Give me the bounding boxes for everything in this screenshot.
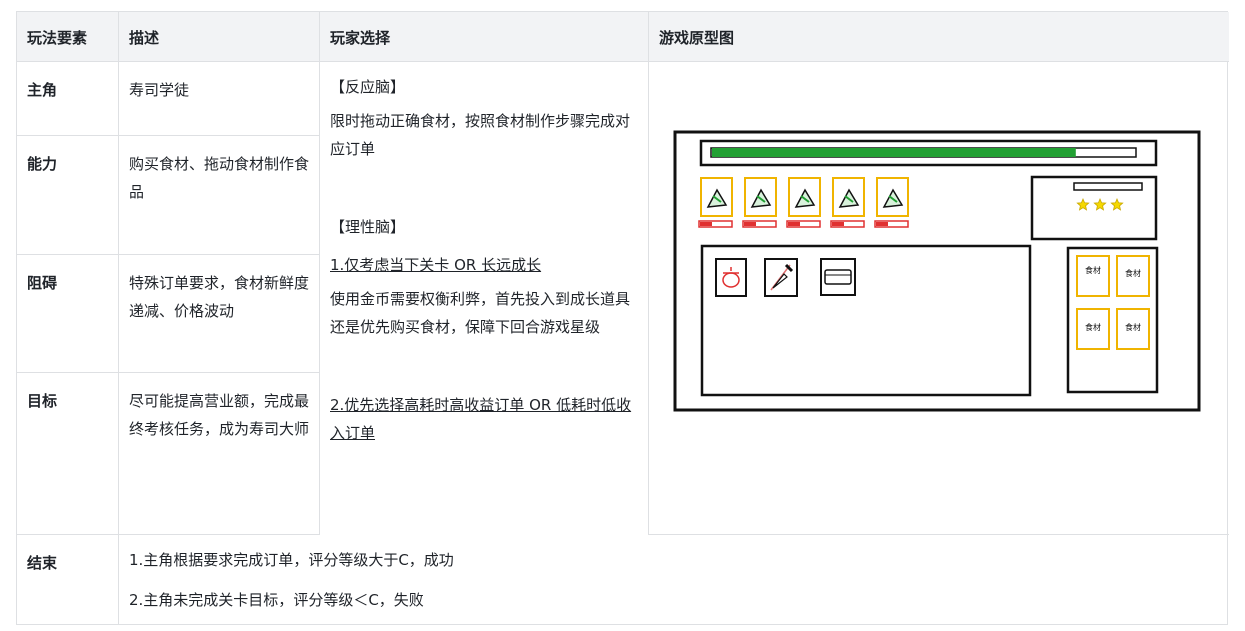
ingredient-panel	[1066, 246, 1159, 394]
reaction-text: 限时拖动正确食材，按照食材制作步骤完成对应订单	[330, 112, 631, 158]
player-choices-cell: 【反应脑】 限时拖动正确食材，按照食材制作步骤完成对应订单 【理性脑】 1.仅考…	[320, 62, 649, 535]
row-desc-protagonist: 寿司学徒	[119, 62, 320, 136]
rational-title: 【理性脑】	[330, 218, 406, 236]
row-label-end: 结束	[17, 535, 119, 625]
game-screen-frame	[673, 130, 1201, 412]
freshness-fill	[832, 222, 844, 226]
freshness-fill	[788, 222, 800, 226]
row-label-obstacle: 阻碍	[17, 255, 119, 373]
rational-point-2: 2.优先选择高耗时高收益订单 OR 低耗时低收入订单	[330, 396, 632, 442]
row-label-goal: 目标	[17, 373, 119, 535]
freshness-fill	[876, 222, 888, 226]
work-area	[700, 244, 1032, 397]
row-desc-ability: 购买食材、拖动食材制作食品	[119, 136, 320, 255]
ingredient-slot-label: 食材	[1125, 268, 1141, 278]
rational-point-1: 1.仅考虑当下关卡 OR 长远成长	[330, 256, 542, 274]
order-cards	[698, 177, 909, 228]
star-icon	[1076, 197, 1090, 211]
ingredient-slot	[1076, 255, 1110, 297]
prototype-sketch: 食材 食材 食材 食材	[673, 130, 1201, 412]
row-label-ability: 能力	[17, 136, 119, 255]
freshness-fill	[700, 222, 712, 226]
star-icon	[1110, 197, 1124, 211]
rating-stars	[1076, 197, 1124, 211]
progress-fill	[712, 148, 1076, 157]
end-line-2: 2.主角未完成关卡目标，评分等级＜C，失败	[129, 591, 424, 609]
game-design-table: 玩法要素 描述 玩家选择 游戏原型图 主角 寿司学徒 能力 购买食材、拖动食材制…	[16, 11, 1229, 625]
header-player-choice: 玩家选择	[320, 12, 649, 62]
rational-point-1-text: 使用金币需要权衡利弊，首先投入到成长道具还是优先购买食材，保障下回合游戏星级	[330, 290, 631, 336]
bowl-icon	[824, 269, 852, 285]
header-description: 描述	[119, 12, 320, 62]
prototype-cell: 食材 食材 食材 食材	[649, 62, 1229, 535]
tool-slot-pot	[715, 258, 747, 297]
header-element: 玩法要素	[17, 12, 119, 62]
ingredient-slot-label: 食材	[1085, 265, 1101, 275]
row-label-protagonist: 主角	[17, 62, 119, 136]
row-desc-end: 1.主角根据要求完成订单，评分等级大于C，成功 2.主角未完成关卡目标，评分等级…	[119, 535, 1229, 625]
rating-panel	[1030, 175, 1158, 241]
row-desc-obstacle: 特殊订单要求，食材新鲜度递减、价格波动	[119, 255, 320, 373]
row-desc-goal: 尽可能提高营业额，完成最终考核任务，成为寿司大师	[119, 373, 320, 535]
pot-icon	[722, 267, 740, 288]
end-line-1: 1.主角根据要求完成订单，评分等级大于C，成功	[129, 551, 454, 569]
ingredient-slot-label: 食材	[1125, 322, 1141, 332]
reaction-title: 【反应脑】	[330, 78, 406, 96]
freshness-fill	[744, 222, 756, 226]
header-prototype: 游戏原型图	[649, 12, 1229, 62]
rating-bar	[1073, 182, 1143, 191]
tool-slot-bowl	[820, 258, 856, 296]
knife-icon	[770, 263, 794, 291]
ingredient-slot-label: 食材	[1085, 322, 1101, 332]
star-icon	[1093, 197, 1107, 211]
